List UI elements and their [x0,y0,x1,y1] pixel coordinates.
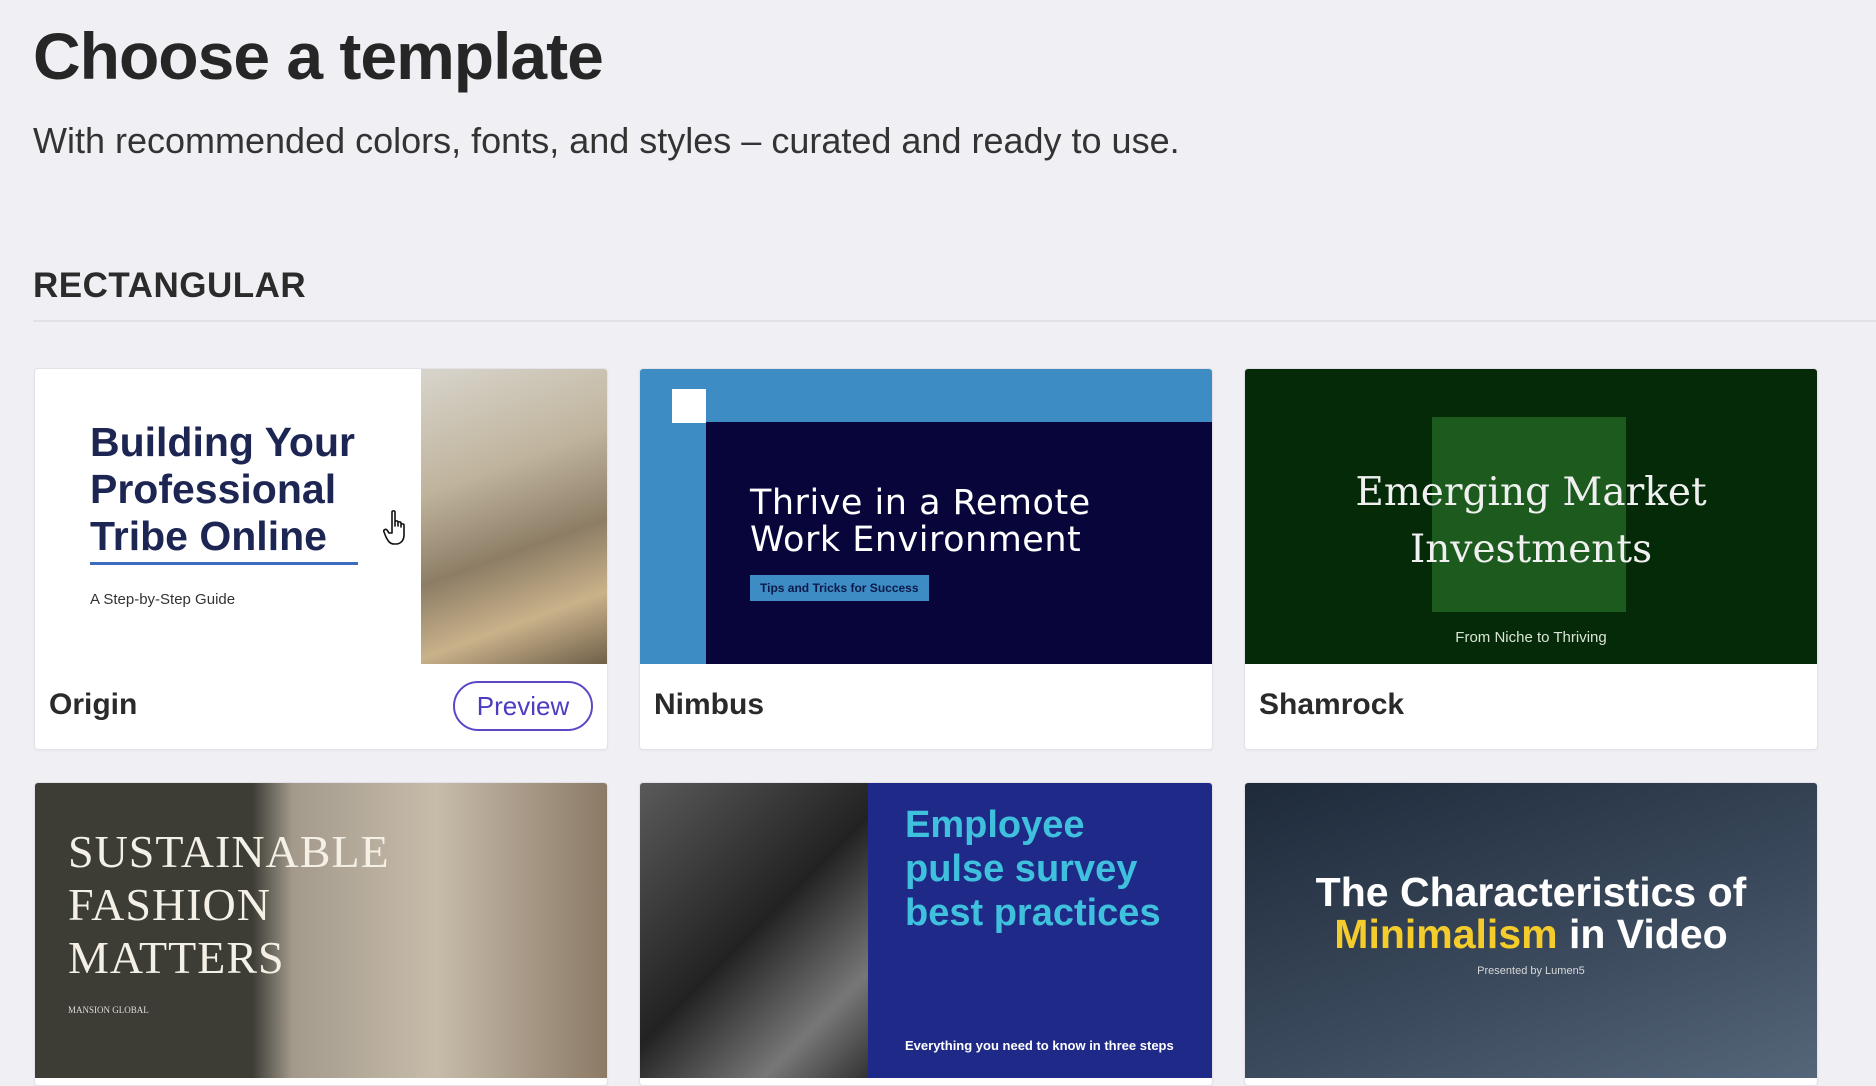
template-thumbnail[interactable]: Emerging Market Investments From Niche t… [1245,369,1817,664]
thumb-subtitle: Presented by Lumen5 [1477,965,1585,977]
thumb-photo [640,783,868,1078]
section-divider [33,320,1876,322]
template-card-minimalism[interactable]: The Characteristics of Minimalism in Vid… [1244,782,1818,1086]
hand-pointer-icon [383,510,405,545]
thumb-square [672,389,706,423]
thumb-title: SUSTAINABLE FASHION MATTERS [68,826,390,983]
template-thumbnail[interactable]: SUSTAINABLE FASHION MATTERS MANSION GLOB… [35,783,607,1078]
thumb-subtitle: A Step-by-Step Guide [90,591,236,608]
template-card-origin[interactable]: Building Your Professional Tribe Online … [34,368,608,750]
thumb-brand: MANSION GLOBAL [68,1005,149,1015]
thumb-photo [421,369,607,664]
template-card-shamrock[interactable]: Emerging Market Investments From Niche t… [1244,368,1818,750]
thumb-title: Emerging Market Investments [1355,470,1707,572]
template-card-nimbus[interactable]: Thrive in a Remote Work Environment Tips… [639,368,1213,750]
template-card-employee[interactable]: Employee pulse survey best practices Eve… [639,782,1213,1086]
template-thumbnail[interactable]: The Characteristics of Minimalism in Vid… [1245,783,1817,1078]
preview-button[interactable]: Preview [453,681,593,731]
thumb-subtitle: Everything you need to know in three ste… [905,1038,1174,1053]
template-name: Nimbus [654,688,765,721]
template-name: Origin [49,688,138,721]
thumb-rule [90,562,358,565]
section-title: RECTANGULAR [33,266,307,305]
template-thumbnail[interactable]: Employee pulse survey best practices Eve… [640,783,1212,1078]
page-subtitle: With recommended colors, fonts, and styl… [33,120,1180,161]
template-name: Shamrock [1259,688,1405,721]
template-thumbnail[interactable]: Building Your Professional Tribe Online … [35,369,607,664]
template-card-fashion[interactable]: SUSTAINABLE FASHION MATTERS MANSION GLOB… [34,782,608,1086]
thumb-tag: Tips and Tricks for Success [750,575,929,601]
thumb-title: Employee pulse survey best practices [905,804,1161,934]
thumb-title: The Characteristics of Minimalism in Vid… [1315,869,1747,957]
template-thumbnail[interactable]: Thrive in a Remote Work Environment Tips… [640,369,1212,664]
thumb-title: Building Your Professional Tribe Online [90,419,355,559]
page-title: Choose a template [33,19,604,93]
thumb-title: Thrive in a Remote Work Environment [750,483,1091,560]
thumb-subtitle: From Niche to Thriving [1455,629,1607,646]
thumb-title-highlight: Minimalism [1334,911,1558,957]
